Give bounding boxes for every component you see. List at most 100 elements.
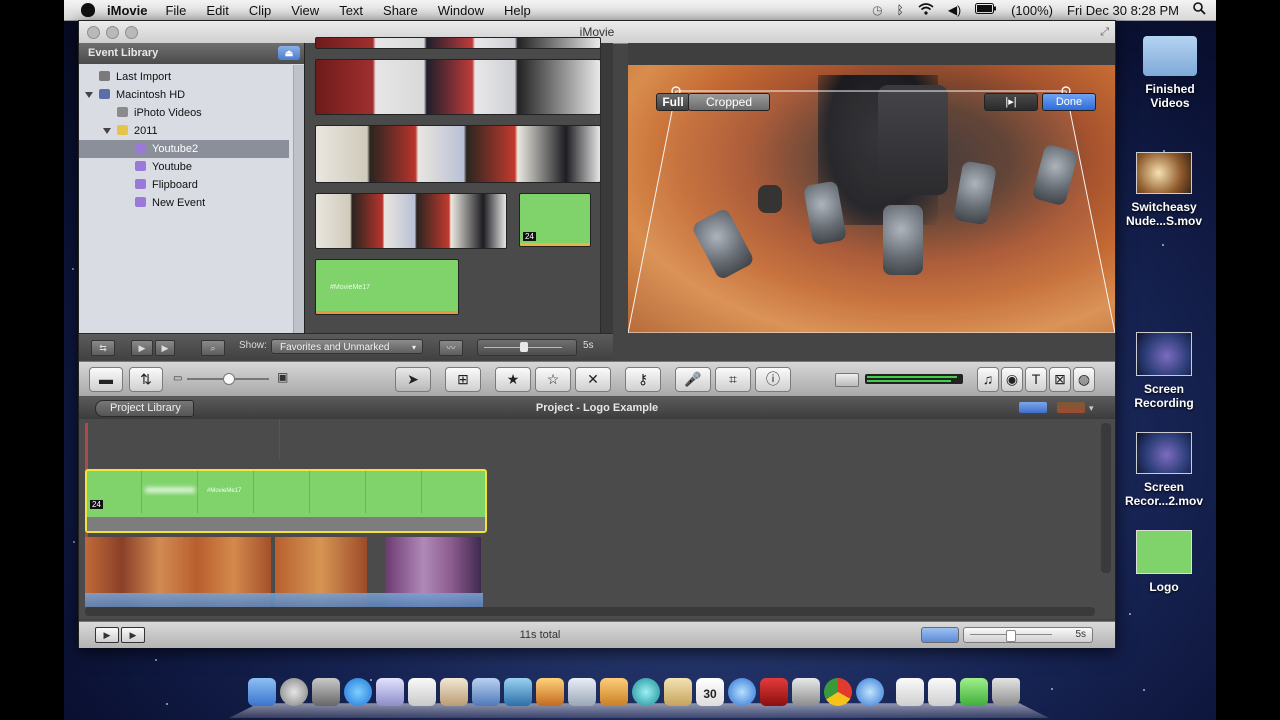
audio-waveform-toggle-icon[interactable] <box>921 627 959 643</box>
stack-icon[interactable] <box>960 678 988 706</box>
document-icon[interactable] <box>896 678 924 706</box>
menu-view[interactable]: View <box>291 3 319 18</box>
event-clip-row3[interactable] <box>315 193 507 249</box>
play-selection-button[interactable]: |▸| <box>984 93 1038 111</box>
menu-share[interactable]: Share <box>383 3 418 18</box>
menu-file[interactable]: File <box>165 3 186 18</box>
itunes-icon[interactable] <box>728 678 756 706</box>
unmark-icon[interactable]: ☆ <box>535 367 571 392</box>
menu-text[interactable]: Text <box>339 3 363 18</box>
spotlight-search-icon[interactable] <box>1193 2 1206 18</box>
camera-import-icon[interactable]: ▬ <box>89 367 123 392</box>
close-window-button[interactable] <box>87 26 100 39</box>
event-swap-icon[interactable]: ⇆ <box>91 340 115 356</box>
arrow-tool-icon[interactable]: ➤ <box>395 367 431 392</box>
apple-menu-icon[interactable] <box>81 3 95 17</box>
event-clip-row2[interactable] <box>315 125 601 183</box>
transition-browser-icon[interactable]: ⊠ <box>1049 367 1071 392</box>
zoom-slider-knob[interactable] <box>223 373 235 385</box>
show-filter-select[interactable]: Favorites and Unmarked ▾ <box>271 339 423 354</box>
chevron-down-icon[interactable]: ▾ <box>1089 397 1094 419</box>
eject-icon[interactable]: ⏏ <box>278 46 300 60</box>
menu-app-name[interactable]: iMovie <box>107 3 147 18</box>
event-clip-green-title[interactable]: #MovieMe17 <box>315 259 459 315</box>
project-clip-logo[interactable]: #MovieMe17 24 <box>85 469 487 533</box>
title-browser-icon[interactable]: T <box>1025 367 1047 392</box>
iphoto-icon[interactable] <box>600 678 628 706</box>
full-button[interactable]: Full <box>656 93 690 111</box>
system-preferences-icon[interactable] <box>792 678 820 706</box>
desktop-item-logo[interactable]: Logo <box>1120 530 1208 594</box>
mission-control-icon[interactable] <box>312 678 340 706</box>
bluetooth-icon[interactable]: ᛒ <box>897 3 904 17</box>
safari-icon[interactable] <box>856 678 884 706</box>
project-view-toggle-icon[interactable] <box>1019 402 1047 413</box>
zoom-magnifier-icon[interactable]: ⌕ <box>201 340 225 356</box>
timeline-scrollbar[interactable] <box>1101 423 1111 573</box>
launchpad-icon[interactable] <box>280 678 308 706</box>
voiceover-mic-icon[interactable]: 🎤 <box>675 367 711 392</box>
menu-clip[interactable]: Clip <box>249 3 271 18</box>
trash-icon[interactable] <box>992 678 1020 706</box>
cropped-button[interactable]: Cropped <box>688 93 770 111</box>
zoom-window-button[interactable] <box>125 26 138 39</box>
waveform-toggle-icon[interactable]: 〰 <box>439 340 463 356</box>
volume-icon[interactable]: ◀) <box>948 3 961 17</box>
library-item-2011[interactable]: 2011 <box>103 122 283 140</box>
swap-events-projects-icon[interactable]: ⇅ <box>129 367 163 392</box>
slider-knob[interactable] <box>1006 630 1016 642</box>
library-item-macintosh-hd[interactable]: Macintosh HD <box>85 86 285 104</box>
library-item-flipboard[interactable]: Flipboard <box>135 176 285 194</box>
maps-browser-icon[interactable]: ◍ <box>1073 367 1095 392</box>
add-to-project-icon[interactable]: ⊞ <box>445 367 481 392</box>
thumbnail-size-slider[interactable] <box>477 339 577 356</box>
desktop-item-screen-recording-2[interactable]: Screen Recor...2.mov <box>1120 432 1208 508</box>
desktop-item-finished-videos[interactable]: Finished Videos <box>1126 36 1214 110</box>
event-browser-scrollbar[interactable] <box>600 43 613 333</box>
finder-icon[interactable] <box>248 678 276 706</box>
timeline-horizontal-scrollbar[interactable] <box>85 607 1095 616</box>
photo-booth-icon[interactable] <box>440 678 468 706</box>
done-button[interactable]: Done <box>1042 93 1096 111</box>
timeline-zoom-slider[interactable]: 5s <box>963 627 1093 643</box>
preview-icon[interactable] <box>408 678 436 706</box>
time-machine-icon[interactable] <box>632 678 660 706</box>
project-theme-icon[interactable] <box>1057 402 1085 413</box>
event-clip-row1[interactable] <box>315 59 601 115</box>
menu-help[interactable]: Help <box>504 3 531 18</box>
imovie-star-icon[interactable] <box>568 678 596 706</box>
play-icon[interactable]: ▶ <box>155 340 175 356</box>
document-icon[interactable] <box>928 678 956 706</box>
library-scrollbar[interactable] <box>293 65 304 333</box>
text-edit-icon[interactable] <box>472 678 500 706</box>
wifi-icon[interactable] <box>918 2 934 18</box>
app-store-icon[interactable] <box>344 678 372 706</box>
fullscreen-icon[interactable]: ⤢ <box>1100 21 1109 43</box>
crop-icon[interactable]: ⌗ <box>715 367 751 392</box>
event-clip-green-logo[interactable]: 24 <box>519 193 591 247</box>
desktop-item-screen-recording[interactable]: Screen Recording <box>1120 332 1208 410</box>
time-machine-icon[interactable]: ◷ <box>872 3 882 17</box>
library-item-youtube[interactable]: Youtube <box>135 158 285 176</box>
calendar-icon[interactable]: 30 <box>696 678 724 706</box>
disclosure-triangle-icon[interactable] <box>85 92 93 98</box>
library-item-iphoto-videos[interactable]: iPhoto Videos <box>117 104 297 122</box>
library-item-youtube2[interactable]: Youtube2 <box>79 140 289 158</box>
xcode-icon[interactable] <box>376 678 404 706</box>
desktop-item-switcheasy[interactable]: Switcheasy Nude...S.mov <box>1120 152 1208 228</box>
minimize-window-button[interactable] <box>106 26 119 39</box>
play-event-icon[interactable]: ▶ <box>131 340 153 356</box>
library-item-new-event[interactable]: New Event <box>135 194 285 212</box>
mark-favorite-icon[interactable]: ★ <box>495 367 531 392</box>
photo-browser-icon[interactable]: ◉ <box>1001 367 1023 392</box>
photo-booth-red-icon[interactable] <box>760 678 788 706</box>
audio-skimming-icon[interactable] <box>835 373 859 387</box>
project-clip-video-row[interactable] <box>85 537 483 607</box>
contacts-icon[interactable] <box>664 678 692 706</box>
inspector-info-icon[interactable]: ⓘ <box>755 367 791 392</box>
disclosure-triangle-icon[interactable] <box>103 128 111 134</box>
reject-icon[interactable]: ✕ <box>575 367 611 392</box>
chrome-icon[interactable] <box>824 678 852 706</box>
menu-clock[interactable]: Fri Dec 30 8:28 PM <box>1067 3 1179 18</box>
menu-window[interactable]: Window <box>438 3 484 18</box>
